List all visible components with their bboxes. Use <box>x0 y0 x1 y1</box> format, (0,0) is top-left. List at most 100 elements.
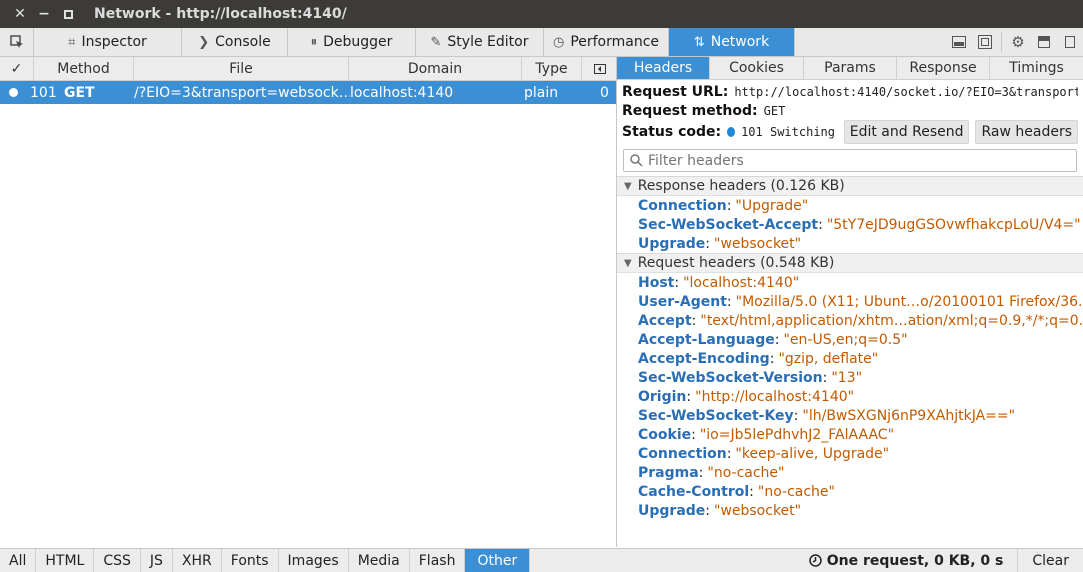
header-colon: : <box>774 331 780 348</box>
header-value[interactable]: "http://localhost:4140" <box>695 389 854 405</box>
tab-response[interactable]: Response <box>897 57 990 79</box>
request-file: /?EIO=3&transport=websock… <box>134 84 350 101</box>
minimize-window-icon[interactable]: − <box>32 0 56 28</box>
edit-and-resend-button[interactable]: Edit and Resend <box>843 120 970 144</box>
maximize-window-icon[interactable] <box>56 0 80 28</box>
responsive-mode-button[interactable] <box>972 28 998 56</box>
header-colon: : <box>705 502 710 519</box>
toolbar-right-buttons: ⚙ <box>946 28 1083 56</box>
header-colon: : <box>793 407 799 424</box>
tab-cookies[interactable]: Cookies <box>710 57 804 79</box>
header-colon: : <box>691 312 697 329</box>
filter-headers-input[interactable] <box>648 152 1048 169</box>
tab-network[interactable]: ⇅ Network <box>669 28 795 56</box>
header-value[interactable]: "13" <box>831 370 862 386</box>
filter-css-button[interactable]: CSS <box>94 549 141 572</box>
column-domain[interactable]: Domain <box>349 57 522 80</box>
request-url-value[interactable]: http://localhost:4140/socket.io/?EIO=3&t… <box>734 85 1078 99</box>
tab-debugger[interactable]: ⏸ Debugger <box>288 28 416 56</box>
header-row: Connection: "Upgrade" <box>617 196 1083 215</box>
collapse-triangle-icon: ▼ <box>624 257 632 269</box>
request-list: ✓ Method File Domain Type 101 GET /?EIO=… <box>0 57 617 547</box>
request-method: GET <box>64 84 95 101</box>
filter-js-label: JS <box>149 552 163 569</box>
filter-images-button[interactable]: Images <box>279 549 349 572</box>
filter-other-button[interactable]: Other <box>465 549 531 572</box>
clear-button[interactable]: Clear <box>1017 549 1083 572</box>
header-value[interactable]: "Mozilla/5.0 (X11; Ubunt…o/20100101 Fire… <box>736 294 1083 310</box>
tab-headers[interactable]: Headers <box>617 57 710 79</box>
filter-xhr-button[interactable]: XHR <box>173 549 222 572</box>
column-method[interactable]: Method <box>34 57 134 80</box>
column-type[interactable]: Type <box>522 57 582 80</box>
header-value[interactable]: "lh/BwSXGNj6nP9XAhjtkJA==" <box>802 408 1015 424</box>
filter-js-button[interactable]: JS <box>141 549 173 572</box>
header-value[interactable]: "text/html,application/xhtm…ation/xml;q=… <box>700 313 1083 329</box>
header-name: Accept-Encoding <box>638 350 770 367</box>
request-url-line: Request URL: http://localhost:4140/socke… <box>622 82 1078 101</box>
header-value[interactable]: "no-cache" <box>758 484 835 500</box>
column-file[interactable]: File <box>134 57 349 80</box>
filter-fonts-button[interactable]: Fonts <box>222 549 279 572</box>
summary-text: One request, 0 KB, 0 s <box>826 552 1004 569</box>
header-value[interactable]: "io=Jb5lePdhvhJ2_FAlAAAC" <box>700 427 894 443</box>
header-value[interactable]: "keep-alive, Upgrade" <box>735 446 889 462</box>
filter-html-label: HTML <box>45 552 85 569</box>
header-value[interactable]: "websocket" <box>714 236 801 252</box>
request-summary: Request URL: http://localhost:4140/socke… <box>617 80 1083 144</box>
request-method-line: Request method: GET <box>622 101 1078 120</box>
header-value[interactable]: "en-US,en;q=0.5" <box>783 332 907 348</box>
close-window-icon[interactable]: ✕ <box>8 0 32 28</box>
request-row[interactable]: 101 GET /?EIO=3&transport=websock… local… <box>0 81 617 104</box>
raw-headers-button[interactable]: Raw headers <box>975 120 1078 144</box>
request-status: 101 <box>30 84 57 101</box>
header-name: Sec-WebSocket-Key <box>638 407 794 424</box>
element-picker-icon <box>9 35 23 48</box>
column-status-check[interactable]: ✓ <box>0 57 34 80</box>
header-name: Cache-Control <box>638 483 750 500</box>
header-name: Connection <box>638 445 727 462</box>
tab-params[interactable]: Params <box>804 57 897 79</box>
status-dot-icon <box>8 88 18 97</box>
filter-media-button[interactable]: Media <box>349 549 410 572</box>
header-row: Origin: "http://localhost:4140" <box>617 387 1083 406</box>
header-value[interactable]: "websocket" <box>714 503 801 519</box>
header-value[interactable]: "no-cache" <box>707 465 784 481</box>
collapse-triangle-icon: ▼ <box>624 180 632 192</box>
request-headers-title: Request headers (0.548 KB) <box>637 255 835 271</box>
clear-label: Clear <box>1032 552 1069 569</box>
network-footer: All HTML CSS JS XHR Fonts Images Media F… <box>0 548 1083 572</box>
request-headers-section-toggle[interactable]: ▼ Request headers (0.548 KB) <box>617 253 1083 273</box>
tab-inspector[interactable]: ⌗ Inspector <box>34 28 182 56</box>
header-value[interactable]: "5tY7eJD9ugGSOvwfhakcpLoU/V4=" <box>827 217 1081 233</box>
filter-all-button[interactable]: All <box>0 549 37 572</box>
header-value[interactable]: "localhost:4140" <box>683 275 799 291</box>
request-method-value: GET <box>763 103 786 118</box>
tab-timings[interactable]: Timings <box>990 57 1083 79</box>
request-url-label: Request URL: <box>622 83 729 100</box>
settings-button[interactable]: ⚙ <box>1005 28 1031 56</box>
column-toggle-button[interactable] <box>582 57 617 80</box>
filter-html-button[interactable]: HTML <box>36 549 95 572</box>
header-colon: : <box>822 369 828 386</box>
dock-side-button[interactable] <box>1031 28 1057 56</box>
header-value[interactable]: "Upgrade" <box>735 198 808 214</box>
tab-style-editor[interactable]: ✎ Style Editor <box>416 28 544 56</box>
tab-console[interactable]: ❯ Console <box>182 28 288 56</box>
filter-headers-field[interactable] <box>623 149 1077 172</box>
close-toolbox-button[interactable] <box>1057 28 1083 56</box>
element-picker-button[interactable] <box>0 28 34 56</box>
style-editor-icon: ✎ <box>430 34 442 50</box>
tab-network-label: Network <box>710 34 770 50</box>
column-domain-label: Domain <box>407 60 463 77</box>
header-name: Sec-WebSocket-Version <box>638 369 823 386</box>
header-row: Connection: "keep-alive, Upgrade" <box>617 444 1083 463</box>
request-summary-status[interactable]: One request, 0 KB, 0 s <box>809 553 1018 569</box>
response-headers-section-toggle[interactable]: ▼ Response headers (0.126 KB) <box>617 176 1083 196</box>
header-value[interactable]: "gzip, deflate" <box>778 351 878 367</box>
header-colon: : <box>691 426 696 443</box>
header-row: Accept-Language: "en-US,en;q=0.5" <box>617 330 1083 349</box>
filter-flash-button[interactable]: Flash <box>410 549 466 572</box>
tab-performance[interactable]: ◷ Performance <box>544 28 669 56</box>
split-console-button[interactable] <box>946 28 972 56</box>
